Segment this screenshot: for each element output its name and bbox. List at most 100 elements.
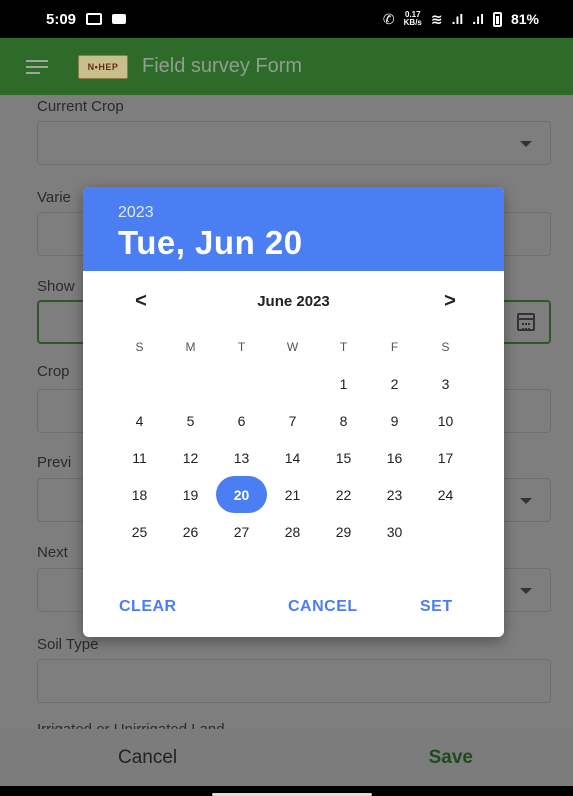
day-cell-selected[interactable]: 20: [216, 476, 267, 513]
day-cell[interactable]: 23: [369, 476, 420, 513]
day-cell[interactable]: 13: [216, 439, 267, 476]
day-cell[interactable]: 16: [369, 439, 420, 476]
day-number: 12: [182, 449, 199, 466]
net-speed: 0.17 KB/s: [403, 10, 422, 27]
field-label-showing-date: Show: [37, 278, 75, 295]
weekday-label: T: [237, 340, 246, 354]
chevron-down-icon: [520, 498, 532, 504]
soil-type-field[interactable]: [37, 659, 551, 703]
field-label-previous: Previ: [37, 454, 72, 471]
weekday-label: M: [185, 340, 196, 354]
weekday-label: S: [441, 340, 450, 354]
day-cell[interactable]: 10: [420, 402, 471, 439]
signal-icon-1: .ıl: [451, 11, 464, 27]
day-number: 2: [390, 375, 399, 392]
weekday-label: F: [390, 340, 399, 354]
day-blank: [267, 365, 318, 402]
day-number: 20: [216, 476, 267, 513]
day-number: 17: [437, 449, 454, 466]
day-cell[interactable]: 1: [318, 365, 369, 402]
weekday-header: SMTWTFS: [114, 329, 471, 365]
day-number: 26: [182, 523, 199, 540]
current-crop-dropdown[interactable]: [37, 121, 551, 165]
dialog-cancel-button[interactable]: CANCEL: [288, 598, 358, 616]
chevron-down-icon: [520, 588, 532, 594]
day-cell[interactable]: 11: [114, 439, 165, 476]
day-cell[interactable]: 24: [420, 476, 471, 513]
day-cell[interactable]: 30: [369, 513, 420, 550]
day-cell[interactable]: 19: [165, 476, 216, 513]
selected-year[interactable]: 2023: [118, 204, 504, 222]
day-number: 21: [284, 486, 301, 503]
chevron-down-icon: [520, 141, 532, 147]
app-bar: N•HEP Field survey Form: [0, 38, 573, 95]
day-number: 28: [284, 523, 301, 540]
day-number: 23: [386, 486, 403, 503]
battery-icon: [492, 11, 502, 27]
field-label-soil-type: Soil Type: [37, 636, 99, 653]
day-cell[interactable]: 6: [216, 402, 267, 439]
day-number: 8: [339, 412, 348, 429]
calendar-icon[interactable]: [517, 313, 535, 331]
cancel-button[interactable]: Cancel: [118, 747, 177, 769]
day-number: 13: [233, 449, 250, 466]
day-cell[interactable]: 28: [267, 513, 318, 550]
day-cell[interactable]: 15: [318, 439, 369, 476]
day-number: 10: [437, 412, 454, 429]
app-logo: N•HEP: [78, 54, 128, 79]
day-cell[interactable]: 8: [318, 402, 369, 439]
field-label-crop: Crop: [37, 363, 70, 380]
month-navigation: < June 2023 >: [83, 290, 504, 314]
field-label-variety: Varie: [37, 189, 71, 206]
day-cell[interactable]: 3: [420, 365, 471, 402]
day-number: 6: [237, 412, 246, 429]
save-button[interactable]: Save: [429, 747, 473, 769]
day-cell[interactable]: 26: [165, 513, 216, 550]
date-picker-header: 2023 Tue, Jun 20: [83, 187, 504, 271]
dialog-actions: CLEAR CANCEL SET: [83, 598, 504, 622]
day-blank: [216, 365, 267, 402]
weekday-label: T: [339, 340, 348, 354]
notification-icon: [112, 14, 127, 24]
day-blank: [114, 365, 165, 402]
date-picker-dialog: 2023 Tue, Jun 20 < June 2023 > SMTWTFS 1…: [83, 187, 504, 637]
day-cell[interactable]: 22: [318, 476, 369, 513]
day-cell[interactable]: 27: [216, 513, 267, 550]
day-cell[interactable]: 17: [420, 439, 471, 476]
menu-icon[interactable]: [26, 59, 48, 74]
day-number: 7: [288, 412, 297, 429]
day-cell[interactable]: 7: [267, 402, 318, 439]
day-cell[interactable]: 18: [114, 476, 165, 513]
day-cell[interactable]: 9: [369, 402, 420, 439]
call-icon: ✆: [382, 10, 395, 27]
day-cell[interactable]: 29: [318, 513, 369, 550]
day-number: 25: [131, 523, 148, 540]
clear-button[interactable]: CLEAR: [119, 598, 177, 616]
signal-icon-2: .ıl: [472, 11, 484, 27]
day-number: 1: [339, 375, 348, 392]
set-button[interactable]: SET: [420, 598, 453, 616]
day-cell[interactable]: 25: [114, 513, 165, 550]
status-time: 5:09: [46, 10, 77, 28]
day-cell[interactable]: 21: [267, 476, 318, 513]
weekday-label: S: [135, 340, 144, 354]
day-grid: 1 2 3 4 5 6 7 8 9 10 11 12 13 14 15 16 17 18 19 20 21 22 23 24 2…: [114, 365, 471, 550]
day-cell[interactable]: 5: [165, 402, 216, 439]
day-number: 5: [186, 412, 195, 429]
calendar-grid: SMTWTFS 1 2 3 4 5 6 7 8 9 10 11 12 13 14 15 16 17 18 19 20 2…: [114, 329, 471, 550]
mail-icon: [86, 13, 103, 25]
field-label-irrigated: Irrigated or Unirrigated Land: [37, 721, 225, 729]
day-cell[interactable]: 14: [267, 439, 318, 476]
day-cell[interactable]: 4: [114, 402, 165, 439]
day-number: 30: [386, 523, 403, 540]
day-number: 4: [135, 412, 144, 429]
day-number: 16: [386, 449, 403, 466]
day-cell[interactable]: 12: [165, 439, 216, 476]
selected-date: Tue, Jun 20: [118, 224, 303, 261]
next-month-button[interactable]: >: [438, 290, 462, 313]
app-title: Field survey Form: [142, 55, 303, 77]
day-cell[interactable]: 2: [369, 365, 420, 402]
bottom-action-bar: Cancel Save: [0, 729, 573, 786]
day-blank: [165, 365, 216, 402]
status-bar: 5:09 ✆ 0.17 KB/s ≋ .ıl .ıl 81%: [0, 0, 573, 38]
